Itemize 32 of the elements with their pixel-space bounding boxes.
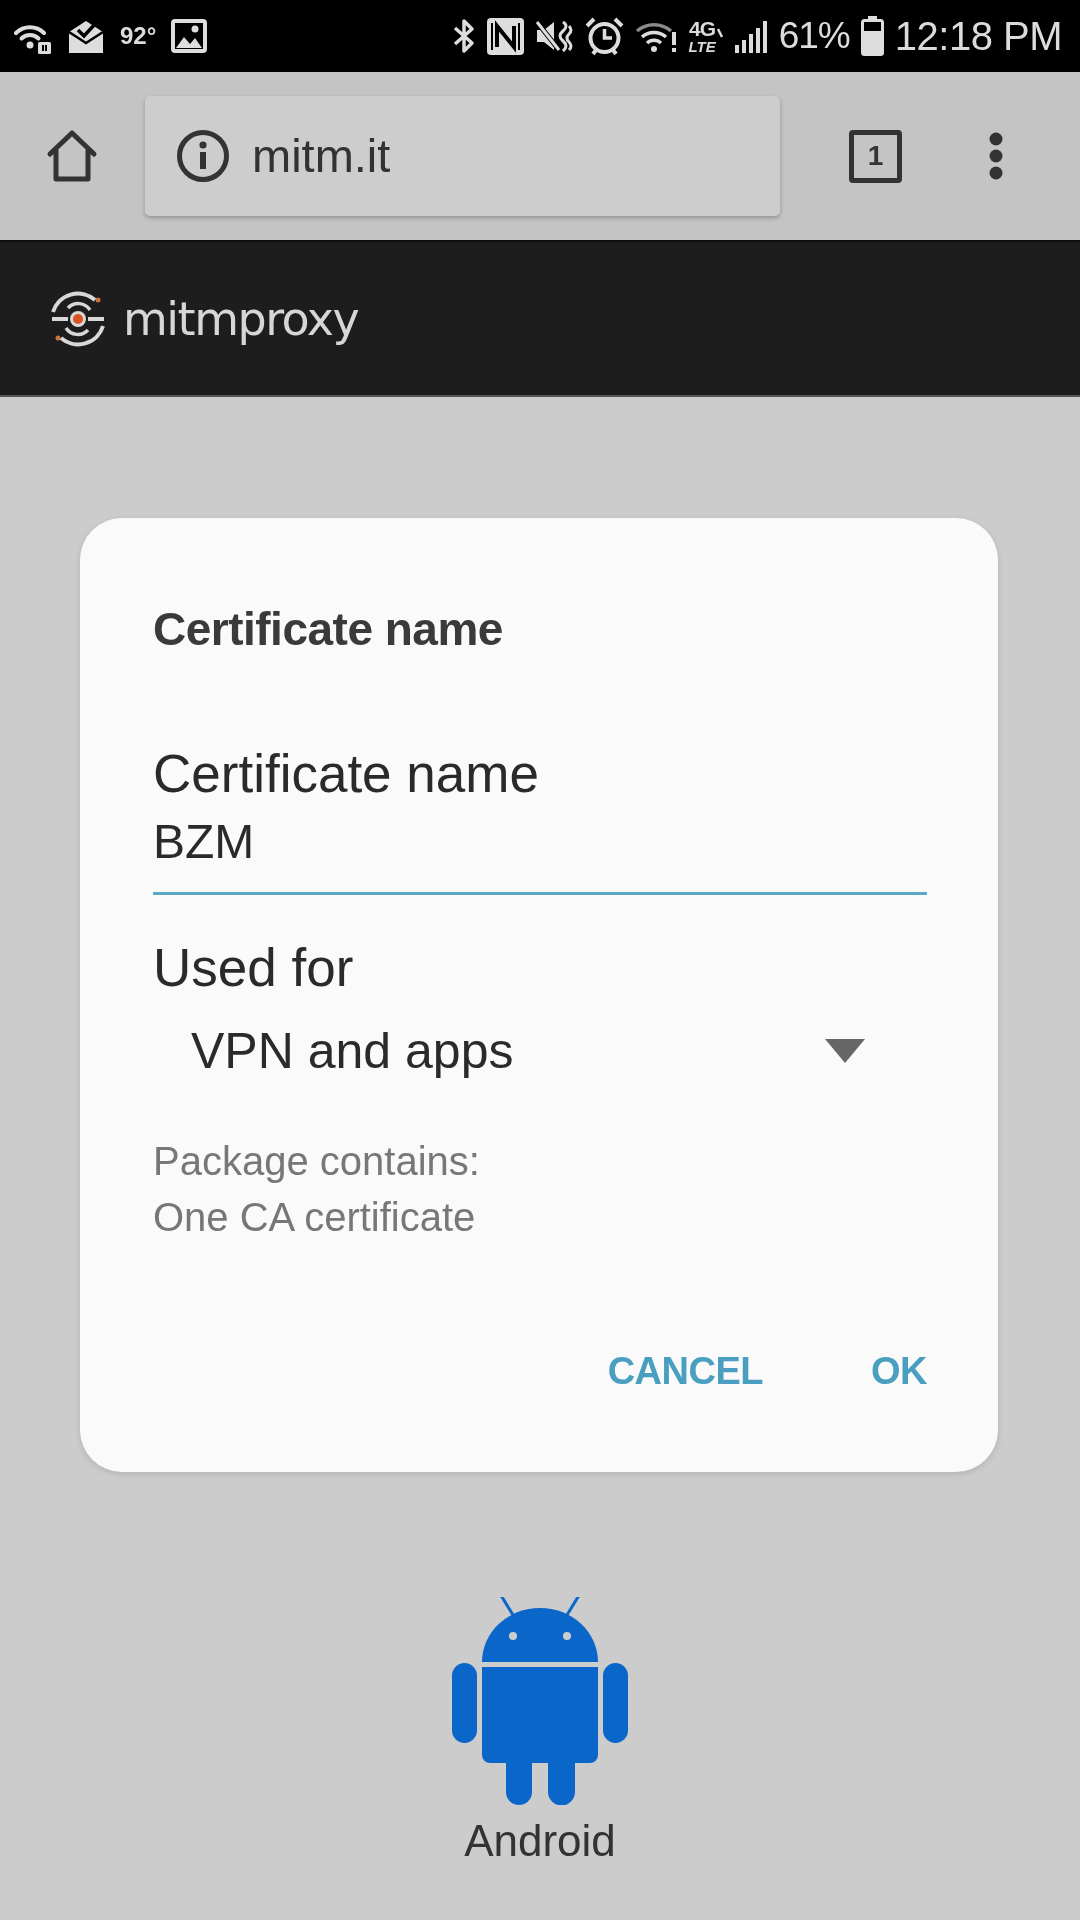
menu-button[interactable] xyxy=(988,131,1004,181)
vibrate-mute-icon xyxy=(534,18,574,54)
nfc-icon xyxy=(486,17,524,55)
info-text: One CA certificate xyxy=(153,1194,476,1241)
envelope-check-icon xyxy=(67,18,105,54)
signal-bars-icon xyxy=(733,19,768,53)
image-icon xyxy=(171,19,208,53)
info-icon xyxy=(176,129,230,183)
alarm-clock-icon xyxy=(584,16,624,56)
info-text: Package contains: xyxy=(153,1138,480,1185)
network-type-text: 4G xyxy=(689,18,716,39)
address-bar[interactable]: mitm.it xyxy=(145,96,780,216)
bluetooth-icon xyxy=(451,18,476,54)
platform-label[interactable]: Android xyxy=(464,1816,616,1866)
battery-percent-text: 61% xyxy=(778,14,850,58)
data-activity-icon xyxy=(716,28,723,38)
used-for-dropdown[interactable]: VPN and apps xyxy=(153,1021,927,1081)
robot-icon[interactable] xyxy=(452,1597,628,1805)
temperature-text: 92° xyxy=(120,21,157,51)
field-label: Certificate name xyxy=(153,743,539,805)
home-button[interactable] xyxy=(45,129,99,183)
battery-icon xyxy=(860,16,884,56)
home-icon xyxy=(45,129,99,183)
dialog-title: Certificate name xyxy=(153,602,504,657)
logo-text[interactable]: mitmproxy xyxy=(123,290,359,347)
caret-icon xyxy=(825,1039,865,1063)
tab-switcher-button[interactable]: 1 xyxy=(849,129,902,183)
network-subtype-text: LTE xyxy=(688,39,716,54)
field-label: Used for xyxy=(153,937,354,999)
clock-text: 12:18 PM xyxy=(894,13,1062,60)
certificate-name-field[interactable]: BZM xyxy=(153,814,927,895)
more-icon xyxy=(988,131,1004,181)
